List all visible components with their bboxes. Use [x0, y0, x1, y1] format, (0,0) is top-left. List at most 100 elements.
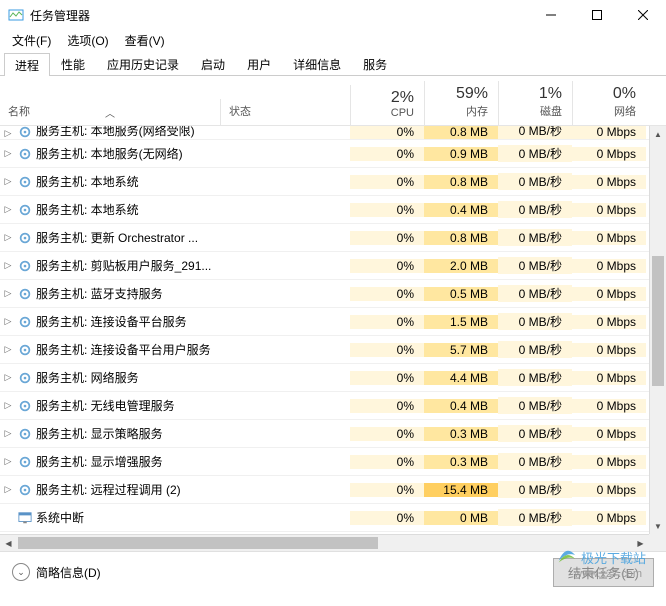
close-button[interactable]	[620, 0, 666, 30]
tab-startup[interactable]: 启动	[190, 52, 236, 75]
process-name: 服务主机: 本地服务(网络受限)	[34, 126, 220, 139]
header-status[interactable]: 状态	[220, 99, 350, 125]
memory-value: 0.3 MB	[424, 427, 498, 441]
scroll-up-icon[interactable]: ▲	[650, 126, 666, 143]
header-disk[interactable]: 1%磁盘	[498, 81, 572, 125]
table-row[interactable]: ▷服务主机: 剪贴板用户服务_291...0%2.0 MB0 MB/秒0 Mbp…	[0, 252, 666, 280]
menu-options[interactable]: 选项(O)	[59, 30, 116, 52]
table-row[interactable]: ▷服务主机: 本地系统0%0.8 MB0 MB/秒0 Mbps	[0, 168, 666, 196]
tab-services[interactable]: 服务	[352, 52, 398, 75]
cpu-value: 0%	[350, 455, 424, 469]
brief-info-toggle[interactable]: ⌄ 简略信息(D)	[12, 563, 101, 581]
table-row[interactable]: ▷服务主机: 远程过程调用 (2)0%15.4 MB0 MB/秒0 Mbps	[0, 476, 666, 504]
scrollbar-thumb[interactable]	[18, 537, 378, 549]
process-name: 服务主机: 本地系统	[34, 173, 220, 190]
network-value: 0 Mbps	[572, 343, 646, 357]
memory-value: 2.0 MB	[424, 259, 498, 273]
gear-icon	[16, 315, 34, 329]
scrollbar-thumb[interactable]	[652, 256, 664, 386]
expand-icon[interactable]: ▷	[0, 128, 16, 139]
chevron-down-icon: ⌄	[12, 563, 30, 581]
table-row[interactable]: ▷服务主机: 网络服务0%4.4 MB0 MB/秒0 Mbps	[0, 364, 666, 392]
disk-value: 0 MB/秒	[498, 369, 572, 386]
table-row[interactable]: ▷服务主机: 蓝牙支持服务0%0.5 MB0 MB/秒0 Mbps	[0, 280, 666, 308]
cpu-value: 0%	[350, 126, 424, 139]
header-network[interactable]: 0%网络	[572, 81, 646, 125]
expand-icon[interactable]: ▷	[0, 456, 16, 467]
network-value: 0 Mbps	[572, 399, 646, 413]
table-row[interactable]: ▷服务主机: 连接设备平台服务0%1.5 MB0 MB/秒0 Mbps	[0, 308, 666, 336]
system-icon	[16, 511, 34, 525]
table-row[interactable]: ▷服务主机: 显示策略服务0%0.3 MB0 MB/秒0 Mbps	[0, 420, 666, 448]
tab-app-history[interactable]: 应用历史记录	[96, 52, 190, 75]
app-icon	[8, 7, 24, 23]
gear-icon	[16, 371, 34, 385]
disk-value: 0 MB/秒	[498, 173, 572, 190]
expand-icon[interactable]: ▷	[0, 204, 16, 215]
watermark: 极光下载站	[555, 546, 646, 568]
expand-icon[interactable]: ▷	[0, 316, 16, 327]
process-list: ︿ 名称 状态 2%CPU 59%内存 1%磁盘 0%网络 ▷ 服务主机: 本地…	[0, 76, 666, 552]
memory-value: 0.8 MB	[424, 126, 498, 139]
header-cpu[interactable]: 2%CPU	[350, 85, 424, 125]
disk-value: 0 MB/秒	[498, 397, 572, 414]
tabbar: 进程 性能 应用历史记录 启动 用户 详细信息 服务	[0, 52, 666, 76]
disk-value: 0 MB/秒	[498, 257, 572, 274]
gear-icon	[16, 427, 34, 441]
table-row[interactable]: ▷ 服务主机: 本地服务(网络受限) 0% 0.8 MB 0 MB/秒 0 Mb…	[0, 126, 666, 140]
expand-icon[interactable]: ▷	[0, 232, 16, 243]
expand-icon[interactable]: ▷	[0, 176, 16, 187]
expand-icon[interactable]: ▷	[0, 148, 16, 159]
expand-icon[interactable]: ▷	[0, 484, 16, 495]
process-name: 服务主机: 本地服务(无网络)	[34, 145, 220, 162]
tab-users[interactable]: 用户	[236, 52, 282, 75]
expand-icon[interactable]: ▷	[0, 260, 16, 271]
expand-icon[interactable]: ▷	[0, 400, 16, 411]
header-name[interactable]: ︿ 名称	[0, 99, 220, 125]
process-rows: ▷ 服务主机: 本地服务(网络受限) 0% 0.8 MB 0 MB/秒 0 Mb…	[0, 126, 666, 536]
network-value: 0 Mbps	[572, 203, 646, 217]
tab-performance[interactable]: 性能	[50, 52, 96, 75]
table-row[interactable]: 系统中断0%0 MB0 MB/秒0 Mbps	[0, 504, 666, 532]
network-value: 0 Mbps	[572, 287, 646, 301]
table-row[interactable]: ▷服务主机: 本地服务(无网络)0%0.9 MB0 MB/秒0 Mbps	[0, 140, 666, 168]
cpu-value: 0%	[350, 511, 424, 525]
process-name: 服务主机: 本地系统	[34, 201, 220, 218]
menu-file[interactable]: 文件(F)	[4, 30, 59, 52]
titlebar: 任务管理器	[0, 0, 666, 30]
table-row[interactable]: ▷服务主机: 更新 Orchestrator ...0%0.8 MB0 MB/秒…	[0, 224, 666, 252]
watermark-url: www.x27.com	[574, 568, 642, 580]
horizontal-scrollbar[interactable]: ◀ ▶	[0, 534, 649, 551]
gear-icon	[16, 147, 34, 161]
minimize-button[interactable]	[528, 0, 574, 30]
network-value: 0 Mbps	[572, 315, 646, 329]
expand-icon[interactable]: ▷	[0, 344, 16, 355]
gear-icon	[16, 175, 34, 189]
expand-icon[interactable]: ▷	[0, 288, 16, 299]
gear-icon	[16, 203, 34, 217]
tab-processes[interactable]: 进程	[4, 53, 50, 76]
network-value: 0 Mbps	[572, 427, 646, 441]
network-value: 0 Mbps	[572, 371, 646, 385]
scroll-down-icon[interactable]: ▼	[650, 518, 666, 535]
menu-view[interactable]: 查看(V)	[117, 30, 173, 52]
vertical-scrollbar[interactable]: ▲ ▼	[649, 126, 666, 535]
expand-icon[interactable]: ▷	[0, 428, 16, 439]
disk-value: 0 MB/秒	[498, 453, 572, 470]
tab-details[interactable]: 详细信息	[282, 52, 352, 75]
process-name: 服务主机: 更新 Orchestrator ...	[34, 229, 220, 246]
maximize-button[interactable]	[574, 0, 620, 30]
menubar: 文件(F) 选项(O) 查看(V)	[0, 30, 666, 52]
scroll-corner	[649, 534, 666, 551]
table-row[interactable]: ▷服务主机: 本地系统0%0.4 MB0 MB/秒0 Mbps	[0, 196, 666, 224]
table-row[interactable]: ▷服务主机: 无线电管理服务0%0.4 MB0 MB/秒0 Mbps	[0, 392, 666, 420]
network-value: 0 Mbps	[572, 231, 646, 245]
scroll-left-icon[interactable]: ◀	[0, 535, 17, 551]
header-memory[interactable]: 59%内存	[424, 81, 498, 125]
table-row[interactable]: ▷服务主机: 显示增强服务0%0.3 MB0 MB/秒0 Mbps	[0, 448, 666, 476]
memory-value: 0.4 MB	[424, 399, 498, 413]
gear-icon	[16, 231, 34, 245]
memory-value: 0.3 MB	[424, 455, 498, 469]
expand-icon[interactable]: ▷	[0, 372, 16, 383]
table-row[interactable]: ▷服务主机: 连接设备平台用户服务0%5.7 MB0 MB/秒0 Mbps	[0, 336, 666, 364]
